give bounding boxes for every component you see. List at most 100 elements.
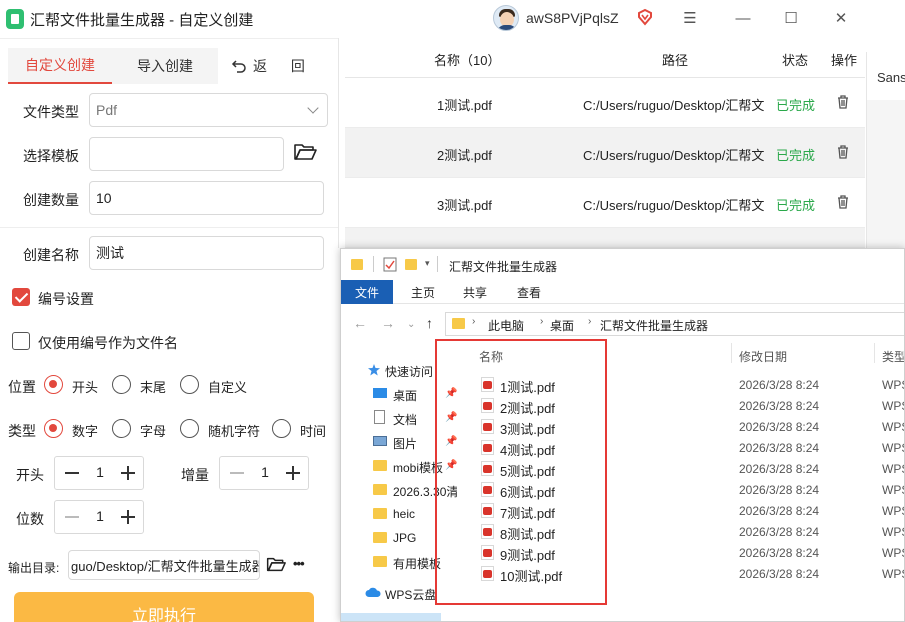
increment-plus-icon[interactable] — [286, 466, 300, 480]
file-type: WPS — [882, 546, 904, 560]
close-button[interactable]: ✕ — [828, 6, 854, 30]
table-row[interactable]: 2测试.pdf C:/Users/ruguo/Desktop/汇帮文 已完成 — [345, 128, 865, 178]
position-start-radio[interactable] — [44, 375, 63, 394]
increment-minus-icon[interactable] — [230, 472, 244, 474]
output-path-input[interactable]: guo/Desktop/汇帮文件批量生成器 — [68, 550, 260, 580]
count-label: 创建数量 — [23, 192, 79, 208]
col-header-path: 路径 — [662, 53, 689, 68]
output-folder-icon[interactable] — [266, 556, 286, 573]
tree-quick-access[interactable]: 快速访问 — [385, 363, 433, 380]
digits-value: 1 — [96, 508, 104, 524]
numbering-checkbox[interactable] — [12, 288, 30, 306]
new-folder-icon[interactable] — [405, 259, 417, 270]
row-path: C:/Users/ruguo/Desktop/汇帮文 — [583, 198, 765, 213]
vip-diamond-icon[interactable] — [636, 8, 654, 26]
col-header-action: 操作 — [831, 53, 858, 68]
table-row[interactable]: 3测试.pdf C:/Users/ruguo/Desktop/汇帮文 已完成 — [345, 178, 865, 228]
tree-item-this-pc-selected[interactable] — [341, 613, 441, 621]
template-folder-icon[interactable] — [293, 142, 317, 162]
file-type: WPS — [882, 567, 904, 581]
minimize-button[interactable]: — — [730, 6, 756, 30]
increment-stepper[interactable]: 1 — [219, 456, 309, 490]
more-options-button[interactable]: ••• — [293, 556, 305, 571]
breadcrumb-desktop[interactable]: 桌面 — [550, 317, 574, 334]
start-plus-icon[interactable] — [121, 466, 135, 480]
col-header-type[interactable]: 类型 — [882, 348, 904, 365]
chevron-down-icon — [307, 102, 319, 114]
col-header-date[interactable]: 修改日期 — [739, 348, 787, 365]
position-label: 位置 — [8, 379, 36, 395]
execute-button[interactable]: 立即执行 — [14, 592, 314, 622]
count-input[interactable]: 10 — [89, 181, 324, 215]
user-avatar[interactable] — [493, 5, 519, 31]
digits-plus-icon[interactable] — [121, 510, 135, 524]
ribbon-tab-home[interactable]: 主页 — [401, 280, 445, 304]
forward-arrow-icon[interactable]: → — [381, 315, 395, 331]
start-minus-icon[interactable] — [65, 472, 79, 474]
folder-icon — [373, 460, 387, 471]
window-title: 汇帮文件批量生成器 - 自定义创建 — [30, 12, 254, 29]
tab-import-create[interactable]: 导入创建 — [112, 48, 218, 84]
menu-button[interactable]: ☰ — [677, 6, 703, 30]
tree-item-folder[interactable]: JPG — [393, 531, 416, 545]
ribbon-tab-share[interactable]: 共享 — [453, 280, 497, 304]
file-type: WPS — [882, 504, 904, 518]
type-random-radio[interactable] — [180, 419, 199, 438]
position-custom-label: 自定义 — [208, 380, 248, 395]
delete-icon[interactable] — [837, 195, 849, 209]
type-letter-radio[interactable] — [112, 419, 131, 438]
side-panel-edge: Sans — [866, 52, 905, 248]
digits-minus-icon[interactable] — [65, 516, 79, 518]
digits-stepper[interactable]: 1 — [54, 500, 144, 534]
address-bar[interactable]: › 此电脑 › 桌面 › 汇帮文件批量生成器 — [445, 312, 904, 336]
tree-item-desktop[interactable]: 桌面 — [393, 387, 417, 404]
table-row[interactable]: 1测试.pdf C:/Users/ruguo/Desktop/汇帮文 已完成 — [345, 78, 865, 128]
numbering-only-checkbox[interactable] — [12, 332, 30, 350]
desktop-icon — [373, 388, 387, 398]
file-type-select[interactable]: Pdf — [89, 93, 328, 127]
back-button[interactable]: 返 回 — [218, 48, 328, 84]
tree-item-wps-cloud[interactable]: WPS云盘 — [385, 586, 436, 603]
tree-item-folder[interactable]: 有用模板 — [393, 555, 441, 572]
ribbon-tab-file[interactable]: 文件 — [341, 280, 393, 304]
back-arrow-icon[interactable]: ← — [353, 315, 367, 331]
recent-dropdown-icon[interactable]: ⌄ — [407, 319, 415, 330]
tree-item-folder[interactable]: heic — [393, 507, 415, 521]
properties-icon[interactable] — [383, 257, 397, 272]
type-number-radio[interactable] — [44, 419, 63, 438]
type-letter-label: 字母 — [140, 424, 167, 439]
tree-item-documents[interactable]: 文档 — [393, 411, 417, 428]
customize-dropdown-icon[interactable]: ▾ — [425, 258, 430, 269]
username-label[interactable]: awS8PVjPqlsZ — [526, 10, 619, 26]
delete-icon[interactable] — [837, 145, 849, 159]
type-time-radio[interactable] — [272, 419, 291, 438]
table-row[interactable] — [345, 228, 865, 248]
template-input[interactable] — [89, 137, 284, 171]
ribbon-tab-view[interactable]: 查看 — [507, 280, 551, 304]
up-arrow-icon[interactable]: ↑ — [426, 315, 433, 331]
breadcrumb-folder[interactable]: 汇帮文件批量生成器 — [600, 317, 708, 334]
template-label: 选择模板 — [23, 148, 79, 164]
file-type: WPS — [882, 462, 904, 476]
position-end-radio[interactable] — [112, 375, 131, 394]
tree-item-pictures[interactable]: 图片 — [393, 435, 417, 452]
position-custom-radio[interactable] — [180, 375, 199, 394]
row-status: 已完成 — [776, 148, 816, 163]
folder-icon — [373, 532, 387, 543]
back-arrow-icon — [231, 60, 246, 73]
maximize-button[interactable]: ☐ — [778, 6, 804, 30]
start-stepper[interactable]: 1 — [54, 456, 144, 490]
file-type: WPS — [882, 483, 904, 497]
file-date: 2026/3/28 8:24 — [739, 420, 820, 434]
folder-icon — [373, 556, 387, 567]
file-explorer-window: ▾ 汇帮文件批量生成器 文件 主页 共享 查看 ← → ⌄ ↑ › 此电脑 › … — [340, 248, 905, 622]
back-label: 返 回 — [253, 58, 315, 74]
name-input[interactable]: 测试 — [89, 236, 324, 270]
delete-icon[interactable] — [837, 95, 849, 109]
title-divider — [0, 38, 338, 39]
breadcrumb-this-pc[interactable]: 此电脑 — [488, 317, 524, 334]
file-date: 2026/3/28 8:24 — [739, 462, 820, 476]
name-label: 创建名称 — [23, 247, 79, 263]
tab-custom-create[interactable]: 自定义创建 — [8, 48, 112, 84]
file-date: 2026/3/28 8:24 — [739, 525, 820, 539]
